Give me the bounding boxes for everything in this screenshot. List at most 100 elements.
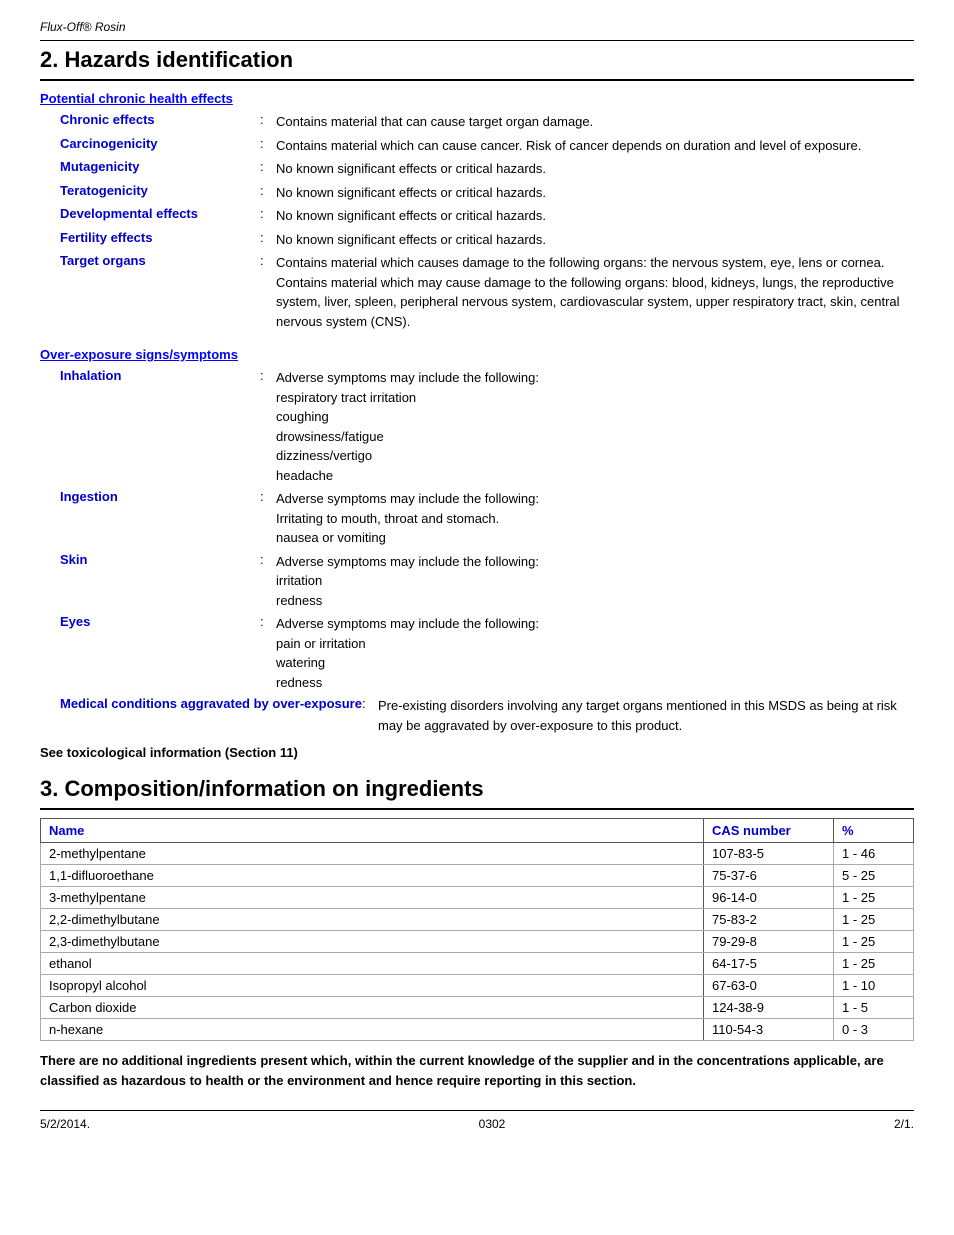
symptom-colon: : [260,489,276,548]
symptom-colon: : [362,696,378,735]
ingredient-name: Carbon dioxide [41,997,704,1019]
effect-text: No known significant effects or critical… [276,183,914,203]
symptom-row: Inhalation : Adverse symptoms may includ… [40,368,914,485]
symptoms-list: Inhalation : Adverse symptoms may includ… [40,368,914,735]
effect-label: Fertility effects [60,230,260,250]
effect-colon: : [260,136,276,156]
table-row: 2,2-dimethylbutane 75-83-2 1 - 25 [41,909,914,931]
ingredient-pct: 1 - 25 [834,931,914,953]
effect-colon: : [260,159,276,179]
effect-colon: : [260,112,276,132]
ingredient-name: 1,1-difluoroethane [41,865,704,887]
symptom-label: Inhalation [60,368,260,485]
symptom-row: Ingestion : Adverse symptoms may include… [40,489,914,548]
effect-text: No known significant effects or critical… [276,206,914,226]
table-row: Isopropyl alcohol 67-63-0 1 - 10 [41,975,914,997]
effect-label: Carcinogenicity [60,136,260,156]
ingredient-cas: 79-29-8 [704,931,834,953]
table-row: 2-methylpentane 107-83-5 1 - 46 [41,843,914,865]
ingredient-cas: 67-63-0 [704,975,834,997]
footer-page: 2/1. [894,1117,914,1131]
ingredient-cas: 96-14-0 [704,887,834,909]
symptom-colon: : [260,614,276,692]
chronic-health-subtitle: Potential chronic health effects [40,91,914,106]
ingredient-name: 2-methylpentane [41,843,704,865]
ingredient-cas: 75-37-6 [704,865,834,887]
ingredient-cas: 64-17-5 [704,953,834,975]
symptom-colon: : [260,368,276,485]
effect-text: No known significant effects or critical… [276,159,914,179]
effect-row: Fertility effects : No known significant… [40,230,914,250]
effect-label: Developmental effects [60,206,260,226]
symptom-text: Pre-existing disorders involving any tar… [378,696,914,735]
table-row: n-hexane 110-54-3 0 - 3 [41,1019,914,1041]
section-2: 2. Hazards identification Potential chro… [40,41,914,760]
effect-text: No known significant effects or critical… [276,230,914,250]
table-row: 3-methylpentane 96-14-0 1 - 25 [41,887,914,909]
col-header-cas: CAS number [704,819,834,843]
symptom-colon: : [260,552,276,611]
effect-row: Teratogenicity : No known significant ef… [40,183,914,203]
symptom-label: Eyes [60,614,260,692]
page-footer: 5/2/2014. 0302 2/1. [40,1110,914,1131]
ingredient-pct: 1 - 25 [834,887,914,909]
ingredients-table: Name CAS number % 2-methylpentane 107-83… [40,818,914,1041]
ingredient-pct: 0 - 3 [834,1019,914,1041]
effect-text: Contains material that can cause target … [276,112,914,132]
symptom-label: Skin [60,552,260,611]
table-row: 1,1-difluoroethane 75-37-6 5 - 25 [41,865,914,887]
table-row: Carbon dioxide 124-38-9 1 - 5 [41,997,914,1019]
symptom-row: Medical conditions aggravated by over-ex… [40,696,914,735]
section-3-title: 3. Composition/information on ingredient… [40,770,914,810]
effect-row: Chronic effects : Contains material that… [40,112,914,132]
symptom-label: Medical conditions aggravated by over-ex… [60,696,362,735]
effect-row: Developmental effects : No known signifi… [40,206,914,226]
ingredient-name: Isopropyl alcohol [41,975,704,997]
effect-colon: : [260,253,276,331]
ingredient-cas: 107-83-5 [704,843,834,865]
ingredient-name: n-hexane [41,1019,704,1041]
col-header-pct: % [834,819,914,843]
effect-label: Teratogenicity [60,183,260,203]
table-row: 2,3-dimethylbutane 79-29-8 1 - 25 [41,931,914,953]
effect-colon: : [260,206,276,226]
footer-date: 5/2/2014. [40,1117,90,1131]
effect-text: Contains material which can cause cancer… [276,136,914,156]
ingredient-pct: 1 - 46 [834,843,914,865]
symptom-row: Eyes : Adverse symptoms may include the … [40,614,914,692]
effect-row: Carcinogenicity : Contains material whic… [40,136,914,156]
ingredient-cas: 110-54-3 [704,1019,834,1041]
col-header-name: Name [41,819,704,843]
ingredient-cas: 75-83-2 [704,909,834,931]
footer-doc-number: 0302 [479,1117,506,1131]
effect-label: Mutagenicity [60,159,260,179]
symptom-label: Ingestion [60,489,260,548]
symptom-text: Adverse symptoms may include the followi… [276,368,914,485]
overexposure-subtitle: Over-exposure signs/symptoms [40,347,914,362]
ingredient-name: 2,2-dimethylbutane [41,909,704,931]
section-3: 3. Composition/information on ingredient… [40,770,914,1090]
symptom-row: Skin : Adverse symptoms may include the … [40,552,914,611]
ingredient-name: 3-methylpentane [41,887,704,909]
symptom-text: Adverse symptoms may include the followi… [276,614,914,692]
effect-label: Chronic effects [60,112,260,132]
chronic-effects-list: Chronic effects : Contains material that… [40,112,914,331]
section-2-title: 2. Hazards identification [40,41,914,81]
ingredient-pct: 1 - 5 [834,997,914,1019]
product-name: Flux-Off® Rosin [40,20,914,34]
tox-note: See toxicological information (Section 1… [40,745,914,760]
effect-colon: : [260,230,276,250]
ingredients-footer-note: There are no additional ingredients pres… [40,1051,914,1090]
ingredient-pct: 1 - 25 [834,953,914,975]
ingredient-pct: 5 - 25 [834,865,914,887]
ingredient-cas: 124-38-9 [704,997,834,1019]
symptom-text: Adverse symptoms may include the followi… [276,489,914,548]
ingredient-pct: 1 - 10 [834,975,914,997]
effect-row: Target organs : Contains material which … [40,253,914,331]
effect-text: Contains material which causes damage to… [276,253,914,331]
table-row: ethanol 64-17-5 1 - 25 [41,953,914,975]
effect-colon: : [260,183,276,203]
effect-row: Mutagenicity : No known significant effe… [40,159,914,179]
effect-label: Target organs [60,253,260,331]
ingredient-name: ethanol [41,953,704,975]
